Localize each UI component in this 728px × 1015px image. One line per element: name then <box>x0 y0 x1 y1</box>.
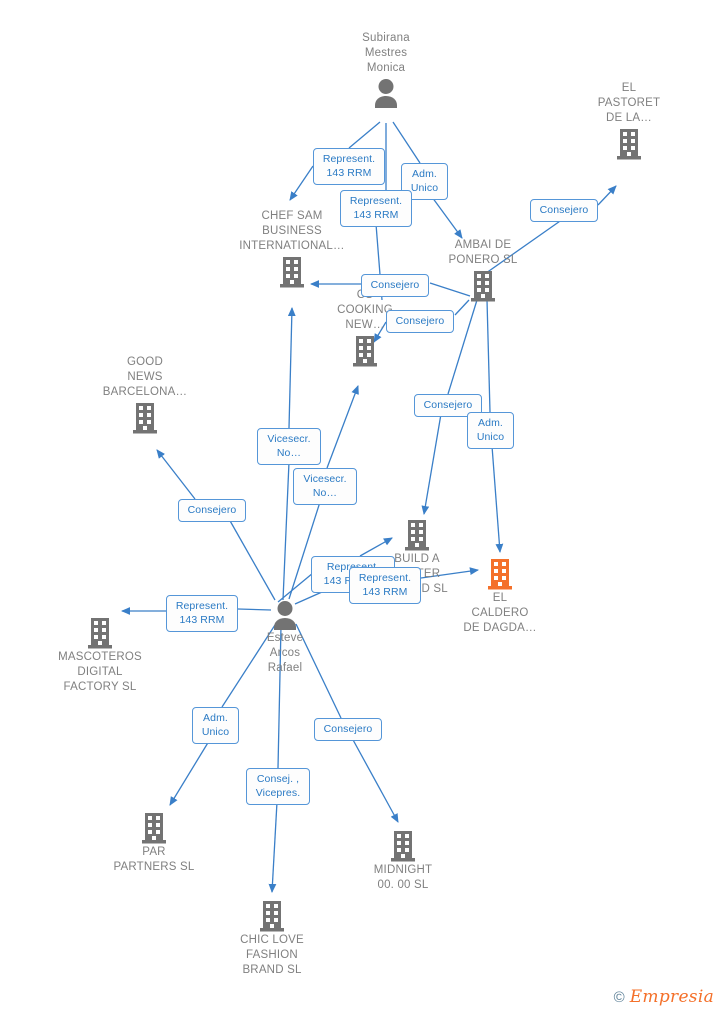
node-pastoret[interactable]: EL PASTORET DE LA… <box>554 81 704 161</box>
edge-label-represent-143rrm[interactable]: Represent. 143 RRM <box>349 567 421 604</box>
edge-esteve-parpartners-b <box>169 740 210 806</box>
node-midnight[interactable]: MIDNIGHT 00. 00 SL <box>328 828 478 893</box>
node-label: PAR PARTNERS SL <box>113 846 195 873</box>
person-icon <box>311 78 461 108</box>
node-label: MASCOTEROS DIGITAL FACTORY SL <box>58 651 142 693</box>
node-label: MIDNIGHT 00. 00 SL <box>373 864 433 891</box>
edge-esteve-goodnews-b <box>156 449 196 500</box>
node-label: Esteve Arcos Rafael <box>266 632 304 674</box>
edge-ambai-builda-b <box>421 413 442 516</box>
edge-esteve-cscooking-b <box>326 385 359 469</box>
edge-subirana-chefsam-b <box>289 165 314 201</box>
edge-esteve-chiclove-b <box>268 801 278 894</box>
edge-subirana-ambai-a <box>392 121 421 164</box>
edge-ambai-pastoret-b <box>597 185 617 206</box>
building-icon <box>342 519 492 551</box>
node-goodnews[interactable]: GOOD NEWS BARCELONA… <box>70 355 220 435</box>
node-label: AMBAI DE PONERO SL <box>448 239 518 266</box>
building-icon <box>328 830 478 862</box>
edge-label-consejero[interactable]: Consejero <box>361 274 429 297</box>
building-icon <box>70 402 220 434</box>
node-caldero[interactable]: EL CALDERO DE DAGDA… <box>425 556 575 636</box>
node-label: CHIC LOVE FASHION BRAND SL <box>240 934 304 976</box>
edge-label-represent-143rrm[interactable]: Represent. 143 RRM <box>313 148 385 185</box>
node-label: EL PASTORET DE LA… <box>597 82 661 124</box>
node-chiclove[interactable]: CHIC LOVE FASHION BRAND SL <box>197 898 347 978</box>
node-mascoteros[interactable]: MASCOTEROS DIGITAL FACTORY SL <box>25 615 175 695</box>
edge-label-adm-unico[interactable]: Adm. Unico <box>467 412 514 449</box>
edge-ambai-caldero-b <box>491 445 504 554</box>
empresia-logo: Empresia <box>629 987 714 1007</box>
node-subirana[interactable]: Subirana Mestres Monica <box>311 31 461 109</box>
building-icon-highlighted <box>425 558 575 590</box>
edge-esteve-midnight-b <box>351 737 399 823</box>
copyright-icon: © <box>613 988 625 1006</box>
building-icon <box>79 812 229 844</box>
edge-ambai-caldero-a <box>486 299 491 413</box>
node-label: EL CALDERO DE DAGDA… <box>463 592 537 634</box>
edge-esteve-goodnews-a <box>228 518 276 601</box>
edge-label-consej-vicepres[interactable]: Consej. , Vicepres. <box>246 768 310 805</box>
watermark: © Empresia <box>614 987 714 1007</box>
building-icon <box>25 617 175 649</box>
node-label: GOOD NEWS BARCELONA… <box>102 356 188 398</box>
node-parpartners[interactable]: PAR PARTNERS SL <box>79 810 229 875</box>
building-icon <box>290 335 440 367</box>
node-label: Subirana Mestres Monica <box>362 32 410 74</box>
building-icon <box>217 256 367 288</box>
edge-label-adm-unico[interactable]: Adm. Unico <box>192 707 239 744</box>
edge-label-consejero[interactable]: Consejero <box>386 310 454 333</box>
building-icon <box>554 128 704 160</box>
edge-label-vicesecr[interactable]: Vicesecr. No… <box>257 428 321 465</box>
edge-subirana-ambai-b <box>431 196 463 239</box>
edge-label-vicesecr[interactable]: Vicesecr. No… <box>293 468 357 505</box>
building-icon <box>197 900 347 932</box>
edge-subirana-chefsam-a <box>348 121 381 149</box>
edge-label-consejero[interactable]: Consejero <box>178 499 246 522</box>
edge-label-represent-143rrm[interactable]: Represent. 143 RRM <box>166 595 238 632</box>
edge-esteve-chefsam-a <box>282 461 290 601</box>
relationship-graph: Subirana Mestres Monica EL PASTORET DE L… <box>0 0 728 1015</box>
edge-label-consejero[interactable]: Consejero <box>314 718 382 741</box>
edge-label-represent-143rrm[interactable]: Represent. 143 RRM <box>340 190 412 227</box>
edge-label-consejero[interactable]: Consejero <box>530 199 598 222</box>
